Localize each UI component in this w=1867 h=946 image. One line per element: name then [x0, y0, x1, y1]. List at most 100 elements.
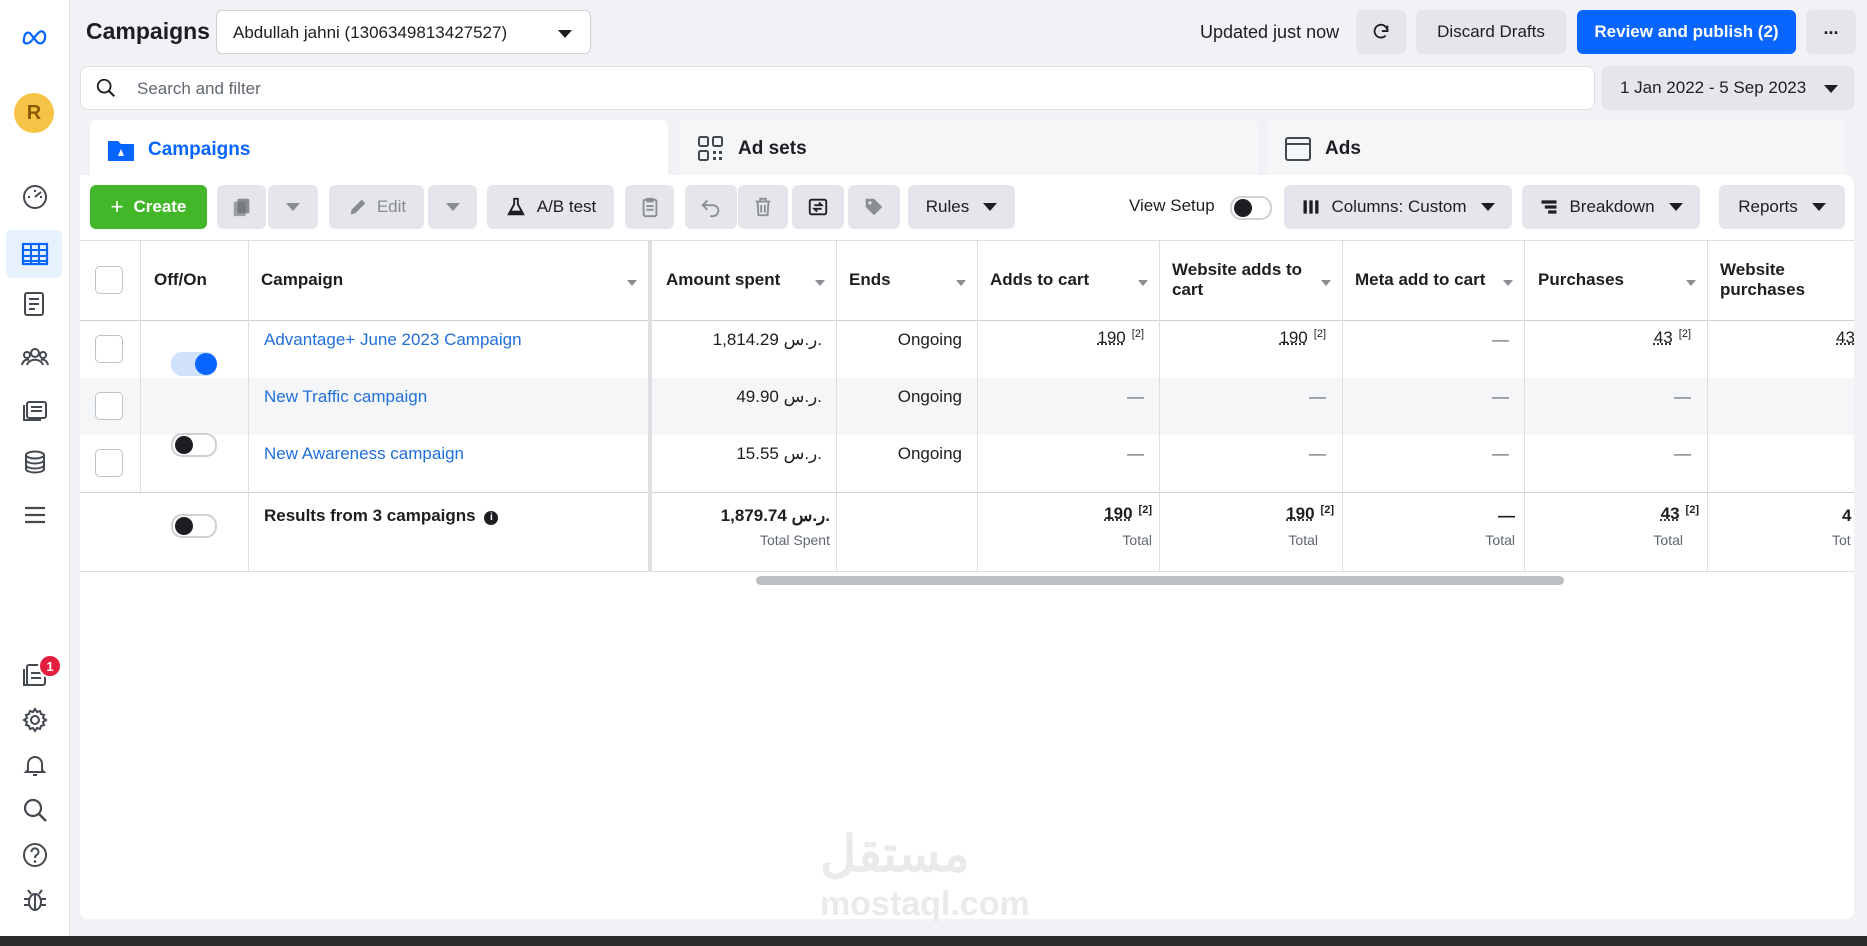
help-icon[interactable] [20, 840, 50, 870]
view-setup-toggle[interactable] [1230, 196, 1272, 220]
tag-button[interactable] [848, 185, 900, 229]
campaign-on-toggle[interactable] [171, 352, 217, 376]
column-header-offon[interactable]: Off/On [154, 270, 207, 290]
campaign-name-link[interactable]: Advantage+ June 2023 Campaign [264, 330, 522, 350]
column-header-website-adds-to-cart[interactable]: Website adds to cart [1172, 260, 1322, 300]
date-range-picker[interactable]: 1 Jan 2022 - 5 Sep 2023 [1602, 66, 1854, 110]
account-selector[interactable]: Abdullah jahni (1306349813427527) [216, 10, 591, 54]
column-header-campaign[interactable]: Campaign [261, 270, 343, 290]
ab-test-button[interactable]: A/B test [487, 185, 614, 229]
duplicate-dropdown-button[interactable] [268, 185, 318, 229]
ads-library-icon[interactable] [20, 395, 50, 425]
review-publish-button[interactable]: Review and publish (2) [1577, 10, 1796, 54]
rules-button[interactable]: Rules [908, 185, 1015, 229]
column-header-adds-to-cart[interactable]: Adds to cart [990, 270, 1089, 290]
audiences-icon[interactable] [20, 342, 50, 372]
divider [80, 320, 1854, 321]
website-adds-cell: 190 [2] [1162, 328, 1326, 348]
breakdown-icon [1541, 200, 1557, 214]
sort-icon[interactable] [1503, 280, 1513, 286]
ends-cell: Ongoing [897, 387, 962, 406]
sort-icon[interactable] [627, 280, 637, 286]
sort-icon[interactable] [956, 280, 966, 286]
campaigns-table-icon[interactable] [20, 239, 50, 269]
sort-icon[interactable] [1138, 280, 1148, 286]
create-button[interactable]: + Create [90, 185, 207, 229]
duplicate-button[interactable] [217, 185, 266, 229]
campaign-name-link[interactable]: New Traffic campaign [264, 387, 427, 407]
select-all-checkbox[interactable] [95, 266, 123, 294]
column-header-meta-add-to-cart[interactable]: Meta add to cart [1355, 270, 1485, 290]
column-header-ends[interactable]: Ends [849, 270, 891, 290]
total-website-adds: 190 [2] [1162, 504, 1334, 524]
row-checkbox[interactable] [95, 392, 123, 420]
avatar[interactable]: R [14, 93, 54, 133]
value[interactable]: 43 [1661, 504, 1680, 523]
sort-icon[interactable] [1321, 280, 1331, 286]
total-purchases: 43 [2] [1527, 504, 1699, 524]
tab-ad-sets[interactable]: Ad sets [680, 120, 1258, 178]
row-checkbox[interactable] [95, 335, 123, 363]
row-checkbox[interactable] [95, 449, 123, 477]
sort-icon[interactable] [815, 280, 825, 286]
search-input[interactable]: Search and filter [137, 79, 261, 99]
adds-to-cart-cell: — [1127, 444, 1144, 463]
value[interactable]: 190 [1104, 504, 1132, 523]
notification-badge: 1 [38, 654, 62, 678]
search-icon[interactable] [20, 795, 50, 825]
clipboard-button[interactable] [625, 185, 674, 229]
reports-label: Reports [1738, 197, 1798, 216]
chevron-down-icon [1811, 203, 1826, 211]
divider [1342, 240, 1343, 572]
meta-logo-icon[interactable] [20, 22, 50, 52]
value[interactable]: 190 [1286, 504, 1314, 523]
divider [836, 240, 837, 572]
menu-icon[interactable] [20, 500, 50, 530]
columns-button[interactable]: Columns: Custom [1284, 185, 1512, 229]
billing-icon[interactable] [20, 447, 50, 477]
account-name: Abdullah jahni (1306349813427527) [233, 23, 508, 42]
tab-ads[interactable]: Ads [1267, 120, 1845, 178]
adds-to-cart-cell: — [1127, 387, 1144, 406]
divider [1707, 240, 1708, 572]
campaign-off-toggle[interactable] [171, 514, 217, 538]
pencil-icon [350, 199, 366, 215]
edit-dropdown-button[interactable] [428, 185, 477, 229]
divider [80, 571, 1854, 572]
campaign-name-link[interactable]: New Awareness campaign [264, 444, 464, 464]
tab-campaigns[interactable]: Campaigns [90, 120, 668, 180]
breakdown-button[interactable]: Breakdown [1522, 185, 1700, 229]
edit-button[interactable]: Edit [329, 185, 424, 229]
value[interactable]: 190 [1097, 328, 1125, 347]
divider [140, 240, 141, 492]
divider [977, 240, 978, 572]
column-header-purchases[interactable]: Purchases [1538, 270, 1624, 290]
undo-button[interactable] [685, 185, 737, 229]
value[interactable]: 43 [1654, 328, 1673, 347]
campaign-off-toggle[interactable] [171, 433, 217, 457]
pages-icon[interactable] [20, 289, 50, 319]
chevron-down-icon [558, 30, 572, 38]
footnote: [2] [1678, 328, 1691, 340]
refresh-button[interactable] [1356, 10, 1406, 54]
delete-button[interactable] [738, 185, 788, 229]
value[interactable]: 190 [1279, 328, 1307, 347]
info-icon[interactable]: i [484, 511, 499, 525]
settings-gear-icon[interactable] [20, 705, 50, 735]
reports-button[interactable]: Reports [1719, 185, 1845, 229]
bell-icon[interactable] [20, 750, 50, 780]
horizontal-scrollbar[interactable] [756, 576, 1564, 585]
chevron-down-icon [286, 203, 300, 211]
purchases-cell: — [1674, 444, 1691, 463]
value[interactable]: 43 [1836, 328, 1854, 347]
discard-drafts-button[interactable]: Discard Drafts [1416, 10, 1566, 54]
more-options-button[interactable]: ... [1806, 10, 1856, 54]
purchases-cell: — [1674, 387, 1691, 406]
sort-icon[interactable] [1686, 280, 1696, 286]
column-header-amount-spent[interactable]: Amount spent [666, 270, 780, 290]
bug-report-icon[interactable] [20, 885, 50, 915]
dashboard-icon[interactable] [20, 181, 50, 211]
column-header-website-purchases[interactable]: Website purchases [1720, 260, 1840, 300]
export-button[interactable] [792, 185, 844, 229]
search-filter-bar[interactable]: Search and filter [80, 66, 1595, 110]
